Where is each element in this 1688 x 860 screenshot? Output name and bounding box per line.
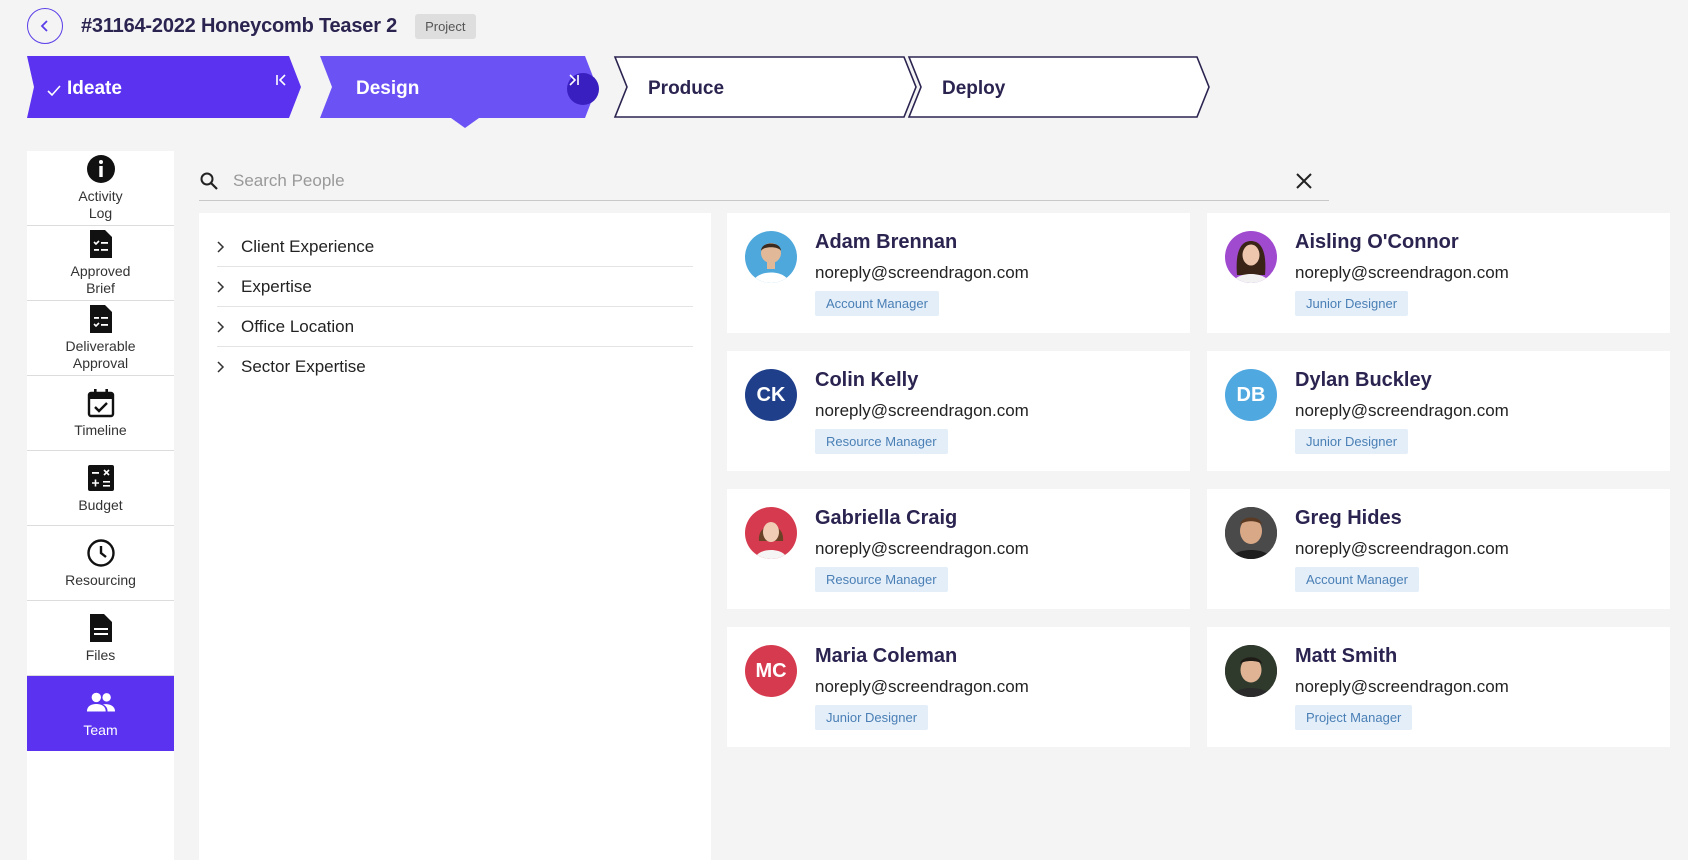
calculator-icon [86,463,116,493]
calendar-check-icon [86,388,116,418]
person-card[interactable]: Gabriella Craig noreply@screendragon.com… [727,489,1190,609]
filter-client-experience[interactable]: Client Experience [217,227,693,267]
person-card[interactable]: CK Colin Kelly noreply@screendragon.com … [727,351,1190,471]
nav-label: Deliverable Approval [65,338,136,371]
project-title: #31164-2022 Honeycomb Teaser 2 [81,14,398,37]
filter-sector-expertise[interactable]: Sector Expertise [217,347,693,387]
nav-resourcing[interactable]: Resourcing [27,526,174,601]
chevron-right-icon [217,280,231,293]
person-email: noreply@screendragon.com [815,539,1029,558]
filter-office-location[interactable]: Office Location [217,307,693,347]
person-name: Adam Brennan [815,231,958,253]
back-button[interactable] [27,8,63,44]
avatar [1225,507,1277,559]
avatar [745,231,797,283]
person-email: noreply@screendragon.com [1295,263,1509,282]
person-email: noreply@screendragon.com [815,677,1029,696]
person-name: Greg Hides [1295,507,1402,529]
nav-budget[interactable]: Budget [27,451,174,526]
clock-icon [86,538,116,568]
filter-panel: Client Experience Expertise Office Locat… [199,213,711,860]
avatar [1225,231,1277,283]
nav-label: Team [83,721,118,738]
role-badge: Junior Designer [1295,291,1409,316]
check-icon [47,85,61,97]
avatar: MC [745,645,797,697]
person-email: noreply@screendragon.com [815,401,1029,420]
person-name: Dylan Buckley [1295,369,1432,391]
nav-activity-log[interactable]: Activity Log [27,151,174,226]
search-input[interactable] [233,170,1289,191]
nav-label: Budget [78,496,123,513]
person-email: noreply@screendragon.com [815,263,1029,282]
person-card[interactable]: Adam Brennan noreply@screendragon.com Ac… [727,213,1190,333]
nav-deliverable-approval[interactable]: Deliverable Approval [27,301,174,376]
project-type-badge: Project [415,13,476,39]
avatar [745,507,797,559]
role-badge: Junior Designer [1295,429,1409,454]
person-name: Matt Smith [1295,645,1398,667]
close-icon [1296,172,1312,189]
side-navigation: Activity Log Approved Brief Deliverable … [27,151,174,860]
person-card[interactable]: DB Dylan Buckley noreply@screendragon.co… [1207,351,1670,471]
checklist-doc-icon [86,229,116,259]
search-icon [200,172,218,190]
filter-label: Expertise [241,276,312,296]
filter-label: Client Experience [241,236,375,256]
person-email: noreply@screendragon.com [1295,401,1509,420]
nav-label: Activity Log [78,188,123,221]
stage-design-pointer [451,118,479,128]
file-icon [86,613,116,643]
stage-ideate-label: Ideate [67,78,122,99]
person-card[interactable]: Matt Smith noreply@screendragon.com Proj… [1207,627,1670,747]
chevron-left-icon [40,20,48,32]
stage-produce-label: Produce [648,78,725,99]
nav-team[interactable]: Team [27,676,174,751]
chevron-right-icon [217,240,231,253]
role-badge: Project Manager [1295,705,1413,730]
person-card[interactable]: Aisling O'Connor noreply@screendragon.co… [1207,213,1670,333]
nav-label: Files [85,646,116,663]
person-email: noreply@screendragon.com [1295,677,1509,696]
filter-expertise[interactable]: Expertise [217,267,693,307]
nav-label: Timeline [74,421,127,438]
person-name: Colin Kelly [815,369,919,391]
project-header: #31164-2022 Honeycomb Teaser 2 Project [27,8,476,44]
avatar [1225,645,1277,697]
stage-progress-bar: Ideate Design Produce Deploy [27,56,1210,128]
chevron-right-icon [217,320,231,333]
collapse-left-button[interactable] [274,73,306,105]
people-icon [86,688,116,718]
stage-deploy-label: Deploy [942,78,1006,99]
clear-search-button[interactable] [1289,166,1319,196]
first-page-icon [276,74,286,86]
nav-label: Approved Brief [70,263,131,296]
people-search-bar [199,161,1329,201]
last-page-icon [569,74,579,86]
chevron-right-icon [217,361,231,373]
info-icon [86,154,116,184]
stage-design-label: Design [356,78,420,99]
nav-label: Resourcing [65,571,136,588]
role-badge: Account Manager [1295,567,1419,592]
avatar: CK [745,369,797,421]
avatar: DB [1225,369,1277,421]
person-card[interactable]: Greg Hides noreply@screendragon.com Acco… [1207,489,1670,609]
person-name: Maria Coleman [815,645,958,667]
expand-right-button[interactable] [567,73,599,105]
nav-timeline[interactable]: Timeline [27,376,174,451]
person-email: noreply@screendragon.com [1295,539,1509,558]
person-name: Gabriella Craig [815,507,958,529]
checklist-doc-icon [86,304,116,334]
person-name: Aisling O'Connor [1295,231,1459,253]
role-badge: Junior Designer [815,705,929,730]
person-card[interactable]: MC Maria Coleman noreply@screendragon.co… [727,627,1190,747]
role-badge: Resource Manager [815,429,948,454]
filter-label: Office Location [241,316,355,336]
role-badge: Resource Manager [815,567,948,592]
nav-approved-brief[interactable]: Approved Brief [27,226,174,301]
filter-label: Sector Expertise [241,357,366,376]
role-badge: Account Manager [815,291,939,316]
nav-files[interactable]: Files [27,601,174,676]
